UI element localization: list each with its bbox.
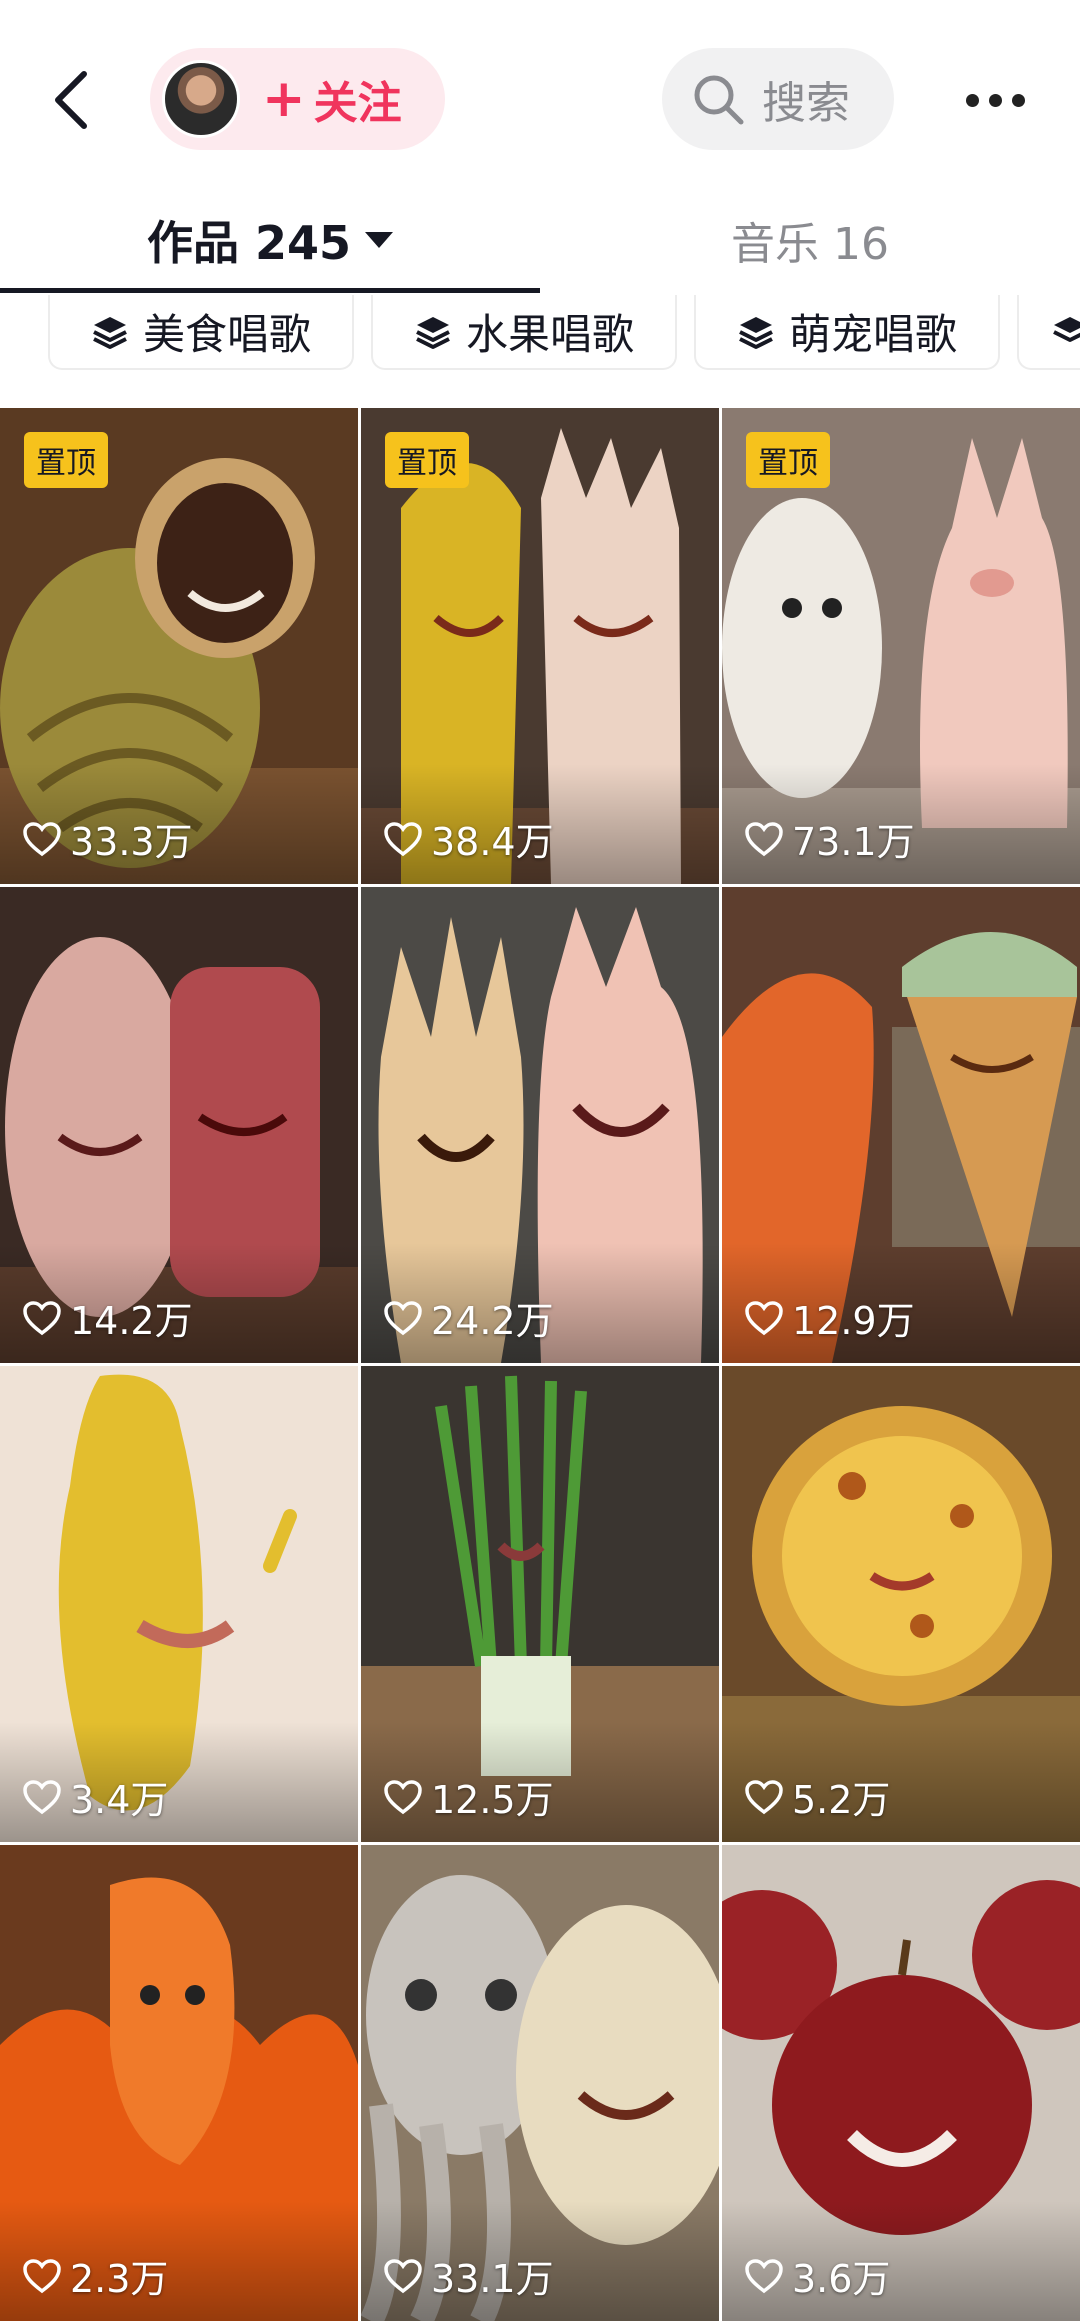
video-thumbnail[interactable]: 置顶 73.1万 [722, 408, 1080, 884]
layers-icon [416, 316, 450, 349]
like-count: 12.5万 [383, 1769, 554, 1824]
heart-icon [23, 2258, 61, 2293]
like-count: 33.1万 [383, 2248, 554, 2303]
like-count: 2.3万 [22, 2248, 168, 2303]
like-count-text: 12.5万 [431, 1778, 554, 1822]
follow-button[interactable]: + 关注 [150, 48, 445, 150]
video-thumbnail[interactable]: 24.2万 [361, 887, 719, 1363]
like-count-text: 2.3万 [70, 2257, 169, 2301]
tab-music[interactable]: 音乐 16 [540, 190, 1080, 290]
avatar[interactable] [162, 60, 240, 138]
video-thumbnail[interactable]: 3.6万 [722, 1845, 1080, 2321]
collection-chip[interactable]: 萌宠唱歌 [694, 295, 1000, 370]
like-count-text: 24.2万 [431, 1299, 554, 1343]
search-label: 搜索 [762, 78, 850, 129]
like-count-text: 33.1万 [431, 2257, 554, 2301]
video-thumbnail[interactable]: 3.4万 [0, 1366, 358, 1842]
like-count-text: 33.3万 [70, 820, 193, 864]
more-dot-icon [988, 93, 1002, 107]
top-bar: + 关注 搜索 [0, 0, 1080, 190]
like-count: 38.4万 [383, 811, 554, 866]
like-count-text: 3.4万 [70, 1778, 169, 1822]
collection-label: 萌宠唱歌 [788, 310, 957, 359]
more-dot-icon [1011, 93, 1025, 107]
like-count-text: 14.2万 [70, 1299, 193, 1343]
like-count: 24.2万 [383, 1290, 554, 1345]
like-count: 14.2万 [22, 1290, 193, 1345]
collection-label: 水果唱歌 [465, 310, 634, 359]
heart-icon [23, 821, 61, 856]
like-count: 5.2万 [744, 1769, 890, 1824]
video-thumbnail[interactable]: 置顶 38.4万 [361, 408, 719, 884]
like-count: 33.3万 [22, 811, 193, 866]
like-count: 3.6万 [744, 2248, 890, 2303]
like-count-text: 12.9万 [792, 1299, 915, 1343]
layers-icon [1053, 316, 1080, 342]
pinned-badge: 置顶 [385, 432, 469, 488]
heart-icon [384, 821, 422, 856]
like-count: 12.9万 [744, 1290, 915, 1345]
heart-icon [384, 1779, 422, 1814]
more-dot-icon [965, 93, 979, 107]
video-thumbnail[interactable]: 2.3万 [0, 1845, 358, 2321]
tab-bar: 作品 245 音乐 16 [0, 190, 1080, 295]
video-thumbnail[interactable]: 33.1万 [361, 1845, 719, 2321]
follow-label: 关注 [313, 78, 402, 129]
like-count: 73.1万 [744, 811, 915, 866]
pinned-badge: 置顶 [746, 432, 830, 488]
like-count-text: 3.6万 [792, 2257, 891, 2301]
chevron-left-icon [55, 71, 87, 129]
heart-icon [745, 1779, 783, 1814]
tab-works-label: 作品 245 [146, 216, 352, 270]
video-thumbnail[interactable]: 14.2万 [0, 887, 358, 1363]
pinned-badge: 置顶 [24, 432, 108, 488]
collection-label: 美食唱歌 [142, 310, 311, 359]
back-button[interactable] [40, 60, 100, 140]
heart-icon [23, 1779, 61, 1814]
search-button[interactable]: 搜索 [662, 48, 894, 150]
collection-chip[interactable]: 美食唱歌 [48, 295, 354, 370]
video-grid: 置顶 33.3万 置顶 38.4万 置顶 73.1万 14.2万 24.2万 1… [0, 408, 1080, 2321]
tab-works[interactable]: 作品 245 [0, 190, 540, 290]
like-count-text: 73.1万 [792, 820, 915, 864]
collection-chip[interactable]: 水果唱歌 [371, 295, 677, 370]
layers-icon [93, 316, 127, 349]
heart-icon [384, 2258, 422, 2293]
layers-icon [739, 316, 773, 349]
video-thumbnail[interactable]: 12.5万 [361, 1366, 719, 1842]
collection-row: 美食唱歌 水果唱歌 萌宠唱歌 [0, 295, 1080, 370]
more-options-button[interactable] [950, 70, 1040, 130]
heart-icon [745, 1300, 783, 1335]
like-count-text: 38.4万 [431, 820, 554, 864]
search-icon [694, 75, 744, 125]
like-count-text: 5.2万 [792, 1778, 891, 1822]
plus-icon: + [262, 69, 306, 129]
video-thumbnail[interactable]: 5.2万 [722, 1366, 1080, 1842]
heart-icon [745, 821, 783, 856]
heart-icon [745, 2258, 783, 2293]
video-thumbnail[interactable]: 置顶 33.3万 [0, 408, 358, 884]
caret-down-icon[interactable] [365, 232, 394, 248]
like-count: 3.4万 [22, 1769, 168, 1824]
tab-music-label: 音乐 16 [731, 219, 889, 270]
video-thumbnail[interactable]: 12.9万 [722, 887, 1080, 1363]
heart-icon [384, 1300, 422, 1335]
collection-chip-partial[interactable] [1017, 295, 1080, 370]
active-tab-indicator [0, 288, 540, 293]
heart-icon [23, 1300, 61, 1335]
